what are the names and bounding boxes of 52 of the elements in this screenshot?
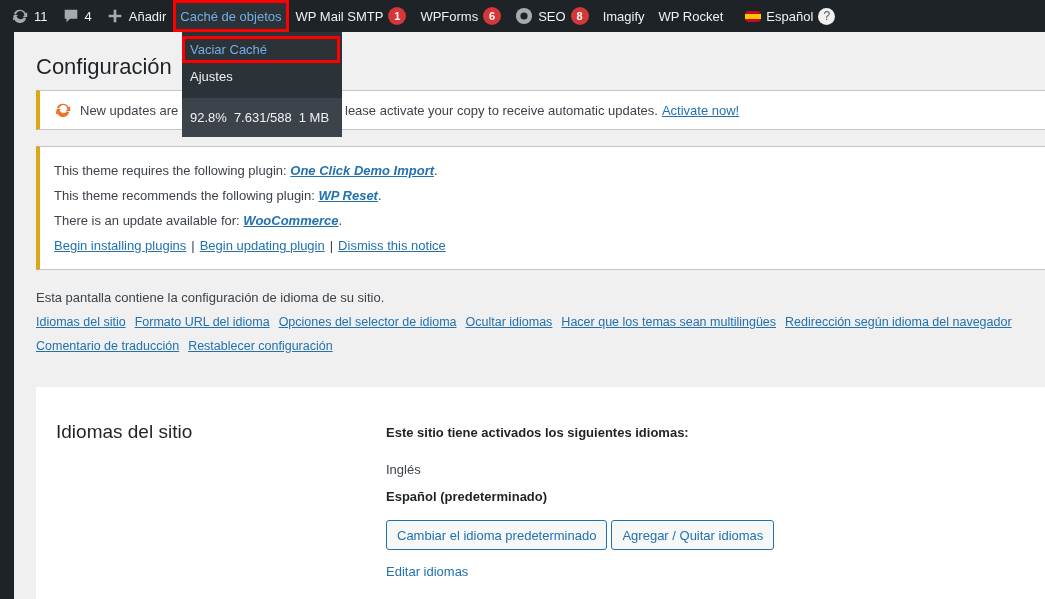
admin-bar-item[interactable]: 4 <box>54 0 99 32</box>
edit-languages-link[interactable]: Editar idiomas <box>386 564 775 579</box>
flag-icon <box>745 10 762 22</box>
section-heading: Idiomas del sitio <box>56 421 194 444</box>
plugin-link[interactable]: WP Reset <box>318 188 378 203</box>
cache-stat: 7.631/588 <box>233 110 292 125</box>
section-link[interactable]: Comentario de traducción <box>36 339 180 353</box>
notice-text: lease activate your copy to receive automatic updates. <box>345 102 658 118</box>
refresh-icon <box>54 101 72 119</box>
separator: | <box>329 238 334 253</box>
section-link[interactable]: Ocultar idiomas <box>465 315 553 329</box>
plugin-link[interactable]: One Click Demo Import <box>290 163 435 178</box>
refresh-icon <box>11 7 29 25</box>
count-badge: 6 <box>483 7 502 25</box>
section-link[interactable]: Hacer que los temas sean multilingües <box>561 315 777 329</box>
count-badge: 8 <box>570 7 589 25</box>
notice-text: New updates are <box>80 102 179 118</box>
secondary-button[interactable]: Agregar / Quitar idiomas <box>611 520 775 550</box>
description-text: Esta pantalla contiene la configuración de idioma de su sitio. <box>36 290 386 305</box>
menu-item[interactable]: Vaciar Caché <box>182 36 340 63</box>
section-link[interactable]: Opciones del selector de idioma <box>278 315 457 329</box>
language-name: Español (predeterminado) <box>386 489 549 504</box>
language-name: Inglés <box>386 462 422 477</box>
help-icon[interactable]: ? <box>818 7 836 25</box>
secondary-button[interactable]: Cambiar el idioma predeterminado <box>386 520 608 550</box>
admin-bar-item[interactable]: Imagify <box>595 0 652 32</box>
notice-action-link[interactable]: Begin updating plugin <box>199 238 325 253</box>
admin-bar-item[interactable]: WP Rocket <box>651 0 731 32</box>
admin-bar-item[interactable]: Caché de objetos <box>173 0 289 32</box>
count-badge: 1 <box>388 7 407 25</box>
section-link[interactable]: Idiomas del sitio <box>36 315 126 329</box>
admin-bar-item[interactable]: SEO 8 <box>508 0 596 32</box>
admin-bar-item[interactable]: WPForms 6 <box>413 0 509 32</box>
admin-bar-item[interactable]: Español ? <box>730 0 843 32</box>
section-link[interactable]: Restablecer configuración <box>188 339 333 353</box>
admin-bar-item[interactable]: 11 <box>4 0 55 32</box>
section-link[interactable]: Formato URL del idioma <box>134 315 270 329</box>
page-title: Configuración <box>36 54 172 80</box>
notice-text: This theme recommends the following plugin: WP Reset. <box>54 188 383 203</box>
menu-item[interactable]: Ajustes <box>182 63 340 90</box>
notice-action-link[interactable]: Dismiss this notice <box>338 238 446 253</box>
separator: | <box>191 238 195 253</box>
intro-text: Este sitio tiene activados los siguientes idiomas: <box>386 425 690 440</box>
admin-bar-item[interactable]: WP Mail SMTP 1 <box>288 0 414 32</box>
notice-action-link[interactable]: Begin installing plugins <box>54 238 187 253</box>
activate-link[interactable]: Activate now! <box>661 102 740 118</box>
admin-bar-item[interactable]: Añadir <box>98 0 174 32</box>
cache-stat: 92.8% <box>190 110 227 125</box>
notice-text: There is an update available for: WooCommerce. <box>54 213 344 228</box>
notice-text: This theme requires the following plugin: One Click Demo Import. <box>54 163 439 178</box>
section-link[interactable]: Redirección según idioma del navegador <box>785 315 1012 329</box>
cache-stat: 1 MB <box>298 110 330 125</box>
